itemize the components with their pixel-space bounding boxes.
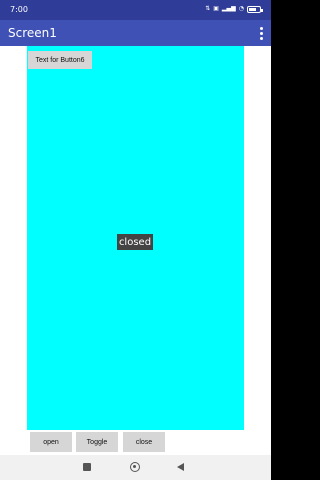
close-button[interactable]: close [123,432,165,452]
open-button[interactable]: open [30,432,72,452]
overflow-menu-icon[interactable] [257,25,265,41]
left-margin [0,46,27,430]
wifi-icon: ◔ [238,5,244,12]
status-icons: ⇅ ▣ ▂▄▆ ◔ [205,5,263,13]
sim-icon: ▣ [213,5,219,12]
right-margin [244,46,271,430]
back-icon[interactable] [177,463,184,471]
toggle-button[interactable]: Toggle [76,432,118,452]
signal-icon: ▂▄▆ [221,5,236,12]
app-bar: Screen1 [0,20,271,46]
system-nav-bar [0,455,271,480]
bottom-button-bar: open Toggle close [0,430,271,455]
app-title: Screen1 [8,26,57,40]
status-time: 7:00 [10,5,28,14]
status-label: closed [117,234,153,250]
battery-icon [247,5,263,13]
button6[interactable]: Text for Button6 [28,51,92,69]
status-bar: 7:00 ⇅ ▣ ▂▄▆ ◔ [0,0,271,20]
recents-icon[interactable] [83,463,91,471]
home-icon[interactable] [130,462,140,472]
main-canvas: Text for Button6 closed [27,46,244,430]
data-speed-icon: ⇅ [205,5,211,12]
battery-level [249,7,256,11]
